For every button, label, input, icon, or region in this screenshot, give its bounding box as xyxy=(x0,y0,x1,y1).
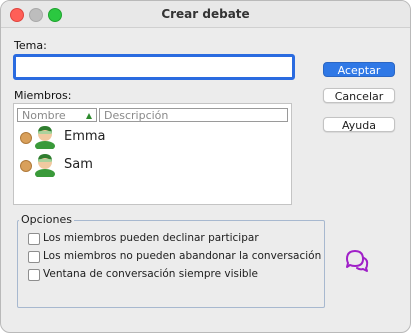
checkbox-icon[interactable] xyxy=(28,251,40,263)
checkbox-icon[interactable] xyxy=(28,269,40,281)
list-item[interactable]: Sam xyxy=(17,153,287,177)
status-dot-icon xyxy=(20,160,32,172)
member-name: Emma xyxy=(64,129,106,144)
cancel-button[interactable]: Cancelar xyxy=(323,88,395,103)
status-dot-icon xyxy=(20,132,32,144)
options-title: Opciones xyxy=(19,213,74,226)
accept-button[interactable]: Aceptar xyxy=(323,62,395,77)
window-title: Crear debate xyxy=(161,7,250,21)
option-decline-label[interactable]: Los miembros pueden declinar participar xyxy=(43,232,259,244)
sort-ascending-icon xyxy=(86,113,92,119)
members-list[interactable]: Nombre Descripción Emma Sam xyxy=(13,103,292,205)
column-header-nombre-label: Nombre xyxy=(22,109,66,122)
column-header-nombre[interactable]: Nombre xyxy=(17,108,97,122)
column-header-descripcion[interactable]: Descripción xyxy=(99,108,288,122)
dialog-window: Crear debate Tema: Miembros: Nombre Desc… xyxy=(0,0,411,333)
help-button[interactable]: Ayuda xyxy=(323,117,395,132)
tema-label: Tema: xyxy=(14,39,47,52)
user-avatar-icon xyxy=(35,154,55,177)
member-name: Sam xyxy=(64,157,93,172)
chat-bubbles-icon xyxy=(346,250,369,272)
checkbox-icon[interactable] xyxy=(28,233,40,245)
miembros-label: Miembros: xyxy=(14,89,72,102)
title-bar[interactable]: Crear debate xyxy=(1,1,410,28)
user-avatar-icon xyxy=(35,126,55,149)
list-item[interactable]: Emma xyxy=(17,125,287,149)
tema-input[interactable] xyxy=(13,54,295,80)
option-no-leave-label[interactable]: Los miembros no pueden abandonar la conv… xyxy=(43,250,321,262)
option-always-visible-label[interactable]: Ventana de conversación siempre visible xyxy=(43,268,258,280)
